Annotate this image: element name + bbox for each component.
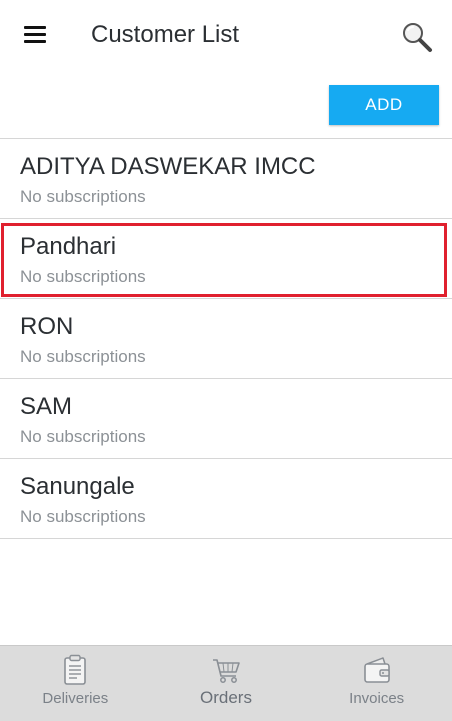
customer-list: ADITYA DASWEKAR IMCC No subscriptions Pa…	[0, 138, 452, 539]
customer-list-item[interactable]: Sanungale No subscriptions	[0, 459, 452, 539]
customer-name: ADITYA DASWEKAR IMCC	[20, 153, 316, 180]
customer-subscriptions: No subscriptions	[20, 347, 146, 366]
list-toolbar: ADD	[0, 72, 452, 138]
nav-label: Invoices	[349, 690, 405, 707]
clipboard-icon	[60, 654, 90, 686]
nav-label: Deliveries	[42, 690, 109, 707]
hamburger-menu-icon[interactable]	[24, 26, 46, 44]
customer-list-item[interactable]: SAM No subscriptions	[0, 379, 452, 459]
customer-name: RON	[20, 313, 74, 340]
add-customer-button[interactable]: ADD	[329, 85, 439, 125]
cart-icon	[211, 654, 241, 686]
search-icon[interactable]	[400, 21, 434, 53]
wallet-icon	[362, 654, 392, 686]
customer-name: Sanungale	[20, 473, 135, 500]
page-title: Customer List	[91, 21, 240, 48]
customer-subscriptions: No subscriptions	[20, 427, 146, 446]
customer-name: SAM	[20, 393, 73, 420]
customer-list-item[interactable]: RON No subscriptions	[0, 299, 452, 379]
app-header: Customer List	[0, 0, 452, 72]
customer-list-item[interactable]: ADITYA DASWEKAR IMCC No subscriptions	[0, 139, 452, 219]
nav-label: Orders	[200, 688, 252, 707]
customer-subscriptions: No subscriptions	[20, 267, 146, 286]
customer-subscriptions: No subscriptions	[20, 507, 146, 526]
nav-invoices[interactable]: Invoices	[301, 646, 452, 721]
customer-list-item[interactable]: Pandhari No subscriptions	[0, 219, 452, 299]
bottom-navigation: Deliveries Orders Invoices	[0, 645, 452, 721]
customer-subscriptions: No subscriptions	[20, 187, 146, 206]
customer-name: Pandhari	[20, 233, 117, 260]
nav-orders[interactable]: Orders	[151, 646, 302, 721]
nav-deliveries[interactable]: Deliveries	[0, 646, 151, 721]
